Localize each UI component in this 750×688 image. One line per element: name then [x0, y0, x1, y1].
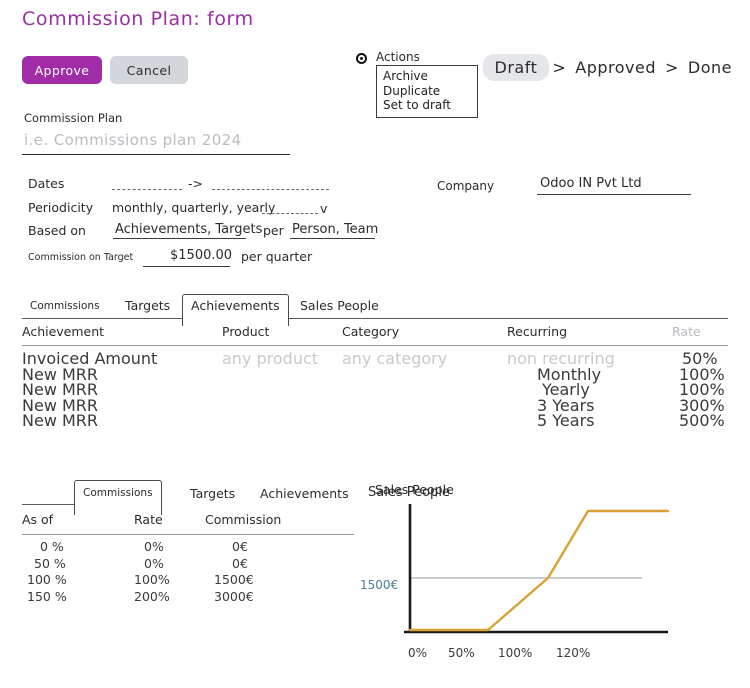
main-tabs-underline	[22, 318, 728, 319]
lower-tab-targets[interactable]: Targets	[182, 483, 243, 505]
chart-data-line	[408, 509, 670, 632]
commission-plan-label: Commission Plan	[24, 111, 123, 125]
commissions-table-header-rule	[22, 534, 354, 535]
radio-dot-icon	[356, 53, 367, 64]
cell-rate: 0%	[144, 539, 164, 554]
column-header-rate: Rate	[672, 324, 701, 339]
chart-xtick-50: 50%	[448, 646, 475, 660]
commission-on-target-underline	[143, 266, 230, 267]
chart-xtick-120: 120%	[556, 646, 591, 660]
based-on-per-label: per	[263, 223, 284, 238]
cell-recurring: 5 Years	[537, 411, 595, 430]
company-underline	[537, 194, 691, 195]
table-row[interactable]: 100 % 100% 1500€	[22, 572, 354, 589]
status-separator-2: >	[665, 58, 679, 77]
status-bar[interactable]: Draft > Approved > Done	[482, 54, 738, 81]
periodicity-input-line[interactable]	[262, 213, 318, 214]
cell-commission: 0€	[232, 539, 248, 554]
lower-tab-achievements[interactable]: Achievements	[252, 483, 357, 505]
based-on-value[interactable]: Achievements, Targets	[115, 222, 262, 237]
dates-from-input[interactable]	[112, 189, 182, 190]
table-row[interactable]: New MRR 3 Years 300%	[22, 396, 728, 415]
tab-targets[interactable]: Targets	[117, 295, 178, 317]
column-header-product: Product	[222, 324, 270, 339]
column-header-achievement: Achievement	[22, 324, 105, 339]
status-separator-1: >	[552, 58, 567, 77]
cell-rate: 200%	[134, 588, 170, 604]
commission-on-target-label: Commission on Target	[28, 252, 134, 263]
commission-plan-input-wrapper[interactable]	[22, 130, 294, 155]
commission-on-target-suffix: per quarter	[241, 249, 313, 264]
table-row[interactable]: 150 % 200% 3000€	[22, 589, 354, 606]
dates-to-input[interactable]	[212, 189, 329, 190]
cell-commission: 1500€	[214, 572, 254, 587]
menu-item-set-to-draft[interactable]: Set to draft	[377, 98, 477, 113]
table-row[interactable]: New MRR 5 Years 500%	[22, 411, 728, 430]
based-on-per-underline	[290, 238, 375, 239]
based-on-underline	[113, 238, 246, 239]
tab-achievements[interactable]: Achievements	[182, 294, 289, 326]
menu-item-duplicate[interactable]: Duplicate	[377, 84, 477, 99]
achievements-table: Achievement Product Category Recurring R…	[22, 324, 728, 346]
table-row[interactable]: Invoiced Amount any product any category…	[22, 349, 728, 368]
dates-label: Dates	[28, 176, 65, 191]
cell-as-of: 0 %	[40, 539, 64, 554]
commission-chart: Sales People 1500€ 0% 50% 100% 120%	[360, 478, 740, 678]
cell-as-of: 150 %	[27, 588, 67, 604]
dates-arrow: ->	[188, 176, 203, 191]
column-header-category: Category	[342, 324, 400, 339]
periodicity-caret-icon[interactable]: v	[320, 201, 327, 216]
achievements-table-header: Achievement Product Category Recurring R…	[22, 324, 728, 346]
status-state-approved[interactable]: Approved	[569, 55, 662, 80]
periodicity-label: Periodicity	[28, 200, 94, 215]
table-row[interactable]: 50 % 0% 0€	[22, 556, 354, 573]
cancel-button[interactable]: Cancel	[110, 56, 188, 84]
achievements-table-body: Invoiced Amount any product any category…	[22, 349, 728, 430]
company-label: Company	[437, 179, 495, 193]
chart-xtick-0: 0%	[408, 646, 428, 660]
commissions-table-body: 0 % 0% 0€ 50 % 0% 0€ 100 % 100% 1500€ 15…	[22, 539, 354, 605]
column-header-as-of: As of	[22, 512, 54, 527]
cell-commission: 0€	[232, 555, 248, 571]
lower-tab-commissions[interactable]: Commissions	[74, 480, 162, 515]
column-header-recurring: Recurring	[507, 324, 567, 339]
periodicity-value[interactable]: monthly, quarterly, yearly	[112, 200, 275, 215]
cell-achievement: New MRR	[22, 411, 99, 430]
cell-rate: 500%	[679, 411, 725, 430]
chart-plot-area	[404, 504, 670, 634]
tab-sales-people[interactable]: Sales People	[292, 295, 387, 317]
commission-plan-input[interactable]	[22, 130, 294, 150]
cell-as-of: 50 %	[34, 555, 66, 571]
achievements-table-header-rule	[22, 345, 728, 346]
tab-commissions[interactable]: Commissions	[22, 297, 108, 316]
actions-label: Actions	[376, 50, 420, 64]
chart-xtick-100: 100%	[498, 646, 533, 660]
status-state-draft[interactable]: Draft	[482, 54, 550, 81]
main-tabs[interactable]: Commissions Targets Achievements Sales P…	[22, 294, 728, 326]
cell-rate: 100%	[134, 572, 170, 587]
page-title: Commission Plan: form	[22, 8, 254, 30]
cell-commission: 3000€	[214, 588, 254, 604]
column-header-commission: Commission	[205, 512, 282, 527]
company-value[interactable]: Odoo IN Pvt Ltd	[540, 176, 642, 191]
table-row[interactable]: New MRR Yearly 100%	[22, 380, 728, 399]
based-on-label: Based on	[28, 223, 86, 238]
approve-button[interactable]: Approve	[22, 56, 102, 84]
cell-rate: 0%	[144, 555, 164, 571]
status-state-done[interactable]: Done	[682, 55, 738, 80]
based-on-per-value[interactable]: Person, Team	[292, 222, 378, 237]
cell-as-of: 100 %	[27, 572, 67, 587]
table-row[interactable]: New MRR Monthly 100%	[22, 365, 728, 384]
commission-on-target-value[interactable]: $1500.00	[170, 248, 232, 263]
lower-tabs-underline	[22, 504, 74, 505]
menu-item-archive[interactable]: Archive	[377, 69, 477, 84]
actions-menu[interactable]: Archive Duplicate Set to draft	[376, 65, 478, 118]
chart-title: Sales People	[375, 482, 454, 497]
table-row[interactable]: 0 % 0% 0€	[22, 539, 354, 556]
